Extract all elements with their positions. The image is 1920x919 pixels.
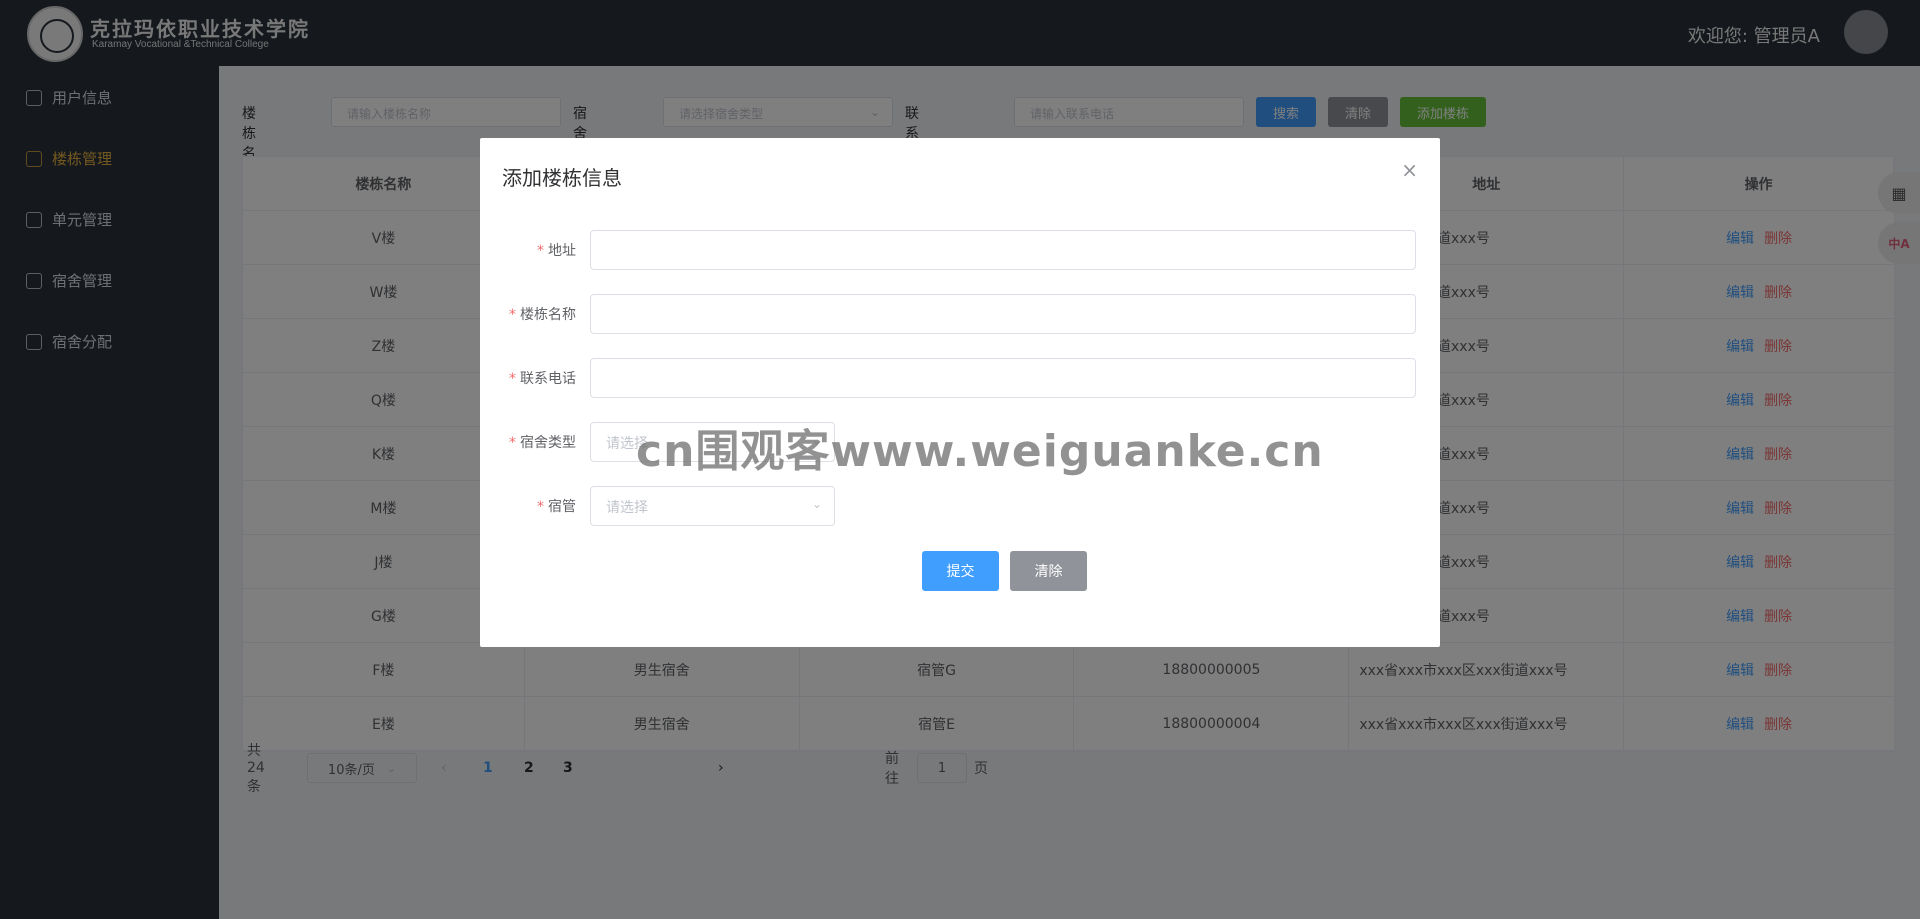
close-icon[interactable]: × <box>1401 158 1418 182</box>
field-label: 联系电话 <box>520 371 576 387</box>
required-mark: * <box>509 371 516 387</box>
address-input[interactable] <box>590 230 1416 270</box>
add-building-dialog: 添加楼栋信息 × * 地址 * 楼栋名称 * 联系电话 * 宿舍类型 请选择 ⌄ * 宿管… <box>480 138 1440 647</box>
building-name-label: * 楼栋名称 <box>509 304 576 324</box>
building-name-input[interactable] <box>590 294 1416 334</box>
form-row-phone: * 联系电话 <box>480 358 1440 398</box>
phone-input[interactable] <box>590 358 1416 398</box>
manager-select[interactable]: 请选择 ⌄ <box>590 486 835 526</box>
clear-form-button[interactable]: 清除 <box>1010 551 1087 591</box>
field-label: 楼栋名称 <box>520 307 576 323</box>
dorm-type-label: * 宿舍类型 <box>509 432 576 452</box>
required-mark: * <box>509 307 516 323</box>
manager-placeholder: 请选择 <box>606 500 648 516</box>
phone-label: * 联系电话 <box>509 368 576 388</box>
form-row-manager: * 宿管 请选择 ⌄ <box>480 486 1440 526</box>
address-label: * 地址 <box>537 240 576 260</box>
watermark-text: cn围观客www.weiguanke.cn <box>636 426 1324 477</box>
field-label: 地址 <box>548 243 576 259</box>
form-row-building-name: * 楼栋名称 <box>480 294 1440 334</box>
required-mark: * <box>537 243 544 259</box>
chevron-down-icon: ⌄ <box>811 497 822 511</box>
dialog-title: 添加楼栋信息 <box>502 166 622 190</box>
required-mark: * <box>509 435 516 451</box>
field-label: 宿管 <box>548 499 576 515</box>
required-mark: * <box>537 499 544 515</box>
manager-label: * 宿管 <box>537 496 576 516</box>
form-row-address: * 地址 <box>480 230 1440 270</box>
field-label: 宿舍类型 <box>520 435 576 451</box>
submit-button[interactable]: 提交 <box>922 551 999 591</box>
